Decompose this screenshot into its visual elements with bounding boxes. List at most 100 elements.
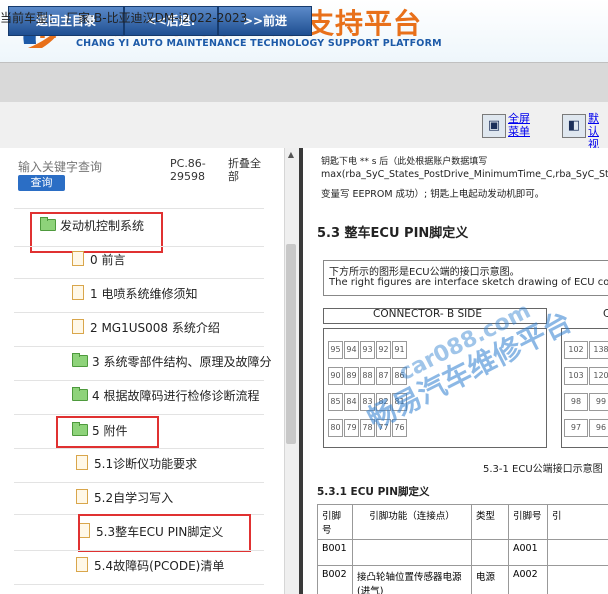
table-cell: 电源 [471,565,509,594]
collapse-link-line2: 部 [228,170,239,183]
tree-separator [14,208,264,209]
page-icon [72,251,84,266]
fullscreen-link-line1: 全屏 [508,112,530,125]
connector-pin: 89 [344,367,359,385]
table-cell: A001 [508,539,548,566]
connector-label-2: C [603,308,608,320]
tree-item-fault-codes[interactable]: 5.4故障码(PCODE)清单 [76,556,224,576]
table-header: 类型 [471,504,509,540]
connector-pin: 98 [564,393,588,411]
folder-icon [72,387,88,401]
connector-pin: 94 [344,341,359,359]
tree-item-system-intro[interactable]: 2 MG1US008 系统介绍 [72,318,220,338]
subsection-title: 5.3.1 ECU PIN脚定义 [317,486,430,498]
tree-separator [14,312,264,313]
model-code: PC.86- 29598 [170,157,220,183]
tree-item-self-learning[interactable]: 5.2自学习写入 [76,488,173,508]
connector-pin-row: 95 94 93 92 91 [328,337,408,359]
connector-pin: 92 [376,341,391,359]
default-view-icon[interactable]: ◧ [562,114,586,138]
connector-pin: 85 [328,393,343,411]
highlight-box-ecu-pin [78,514,251,552]
connector-pin: 79 [344,419,359,437]
pin-definition-table: 引脚号 引脚功能（连接点） 类型 引脚号 引 B001 A001 B002 接凸… [317,504,608,594]
connector-pin: 90 [328,367,343,385]
connector-pin-row: 97 96 [564,415,608,437]
connector-pin-row: 98 99 [564,389,608,411]
connector-pin: 87 [376,367,391,385]
tree-item-dtc-flow[interactable]: 4 根据故障码进行检修诊断流程 [72,386,259,406]
table-row: B001 A001 [317,539,608,566]
doc-line-3: 变量写 EEPROM 成功）; 钥匙上电起动发动机即可。 [321,189,545,200]
table-header: 引脚号 [508,504,548,540]
search-input[interactable] [18,160,138,174]
page-icon [72,285,84,300]
table-cell: B002 [317,565,353,594]
page-icon [72,319,84,334]
tree-separator [14,380,264,381]
tree-item-label: 3 系统零部件结构、原理及故障分 [92,355,272,369]
collapse-link-line1: 折叠全 [228,157,261,170]
table-cell [352,539,472,566]
tree-item-diag-requirements[interactable]: 5.1诊断仪功能要求 [76,454,197,474]
search-button[interactable]: 查询 [18,175,65,191]
collapse-all-link[interactable]: 折叠全 部 [228,157,268,183]
tree-item-preface[interactable]: 0 前言 [72,250,125,270]
connector-c-diagram: 102 138 103 120 98 99 97 96 [561,328,608,448]
connector-pin: 102 [564,341,588,359]
tree-item-components[interactable]: 3 系统零部件结构、原理及故障分 [72,352,271,372]
connector-pin: 91 [392,341,407,359]
tree-item-service-notes[interactable]: 1 电喷系统维修须知 [72,284,197,304]
table-cell [471,539,509,566]
tree-item-label: 1 电喷系统维修须知 [90,287,198,301]
tree-separator [14,246,264,247]
table-cell: B001 [317,539,353,566]
fullscreen-menu-link[interactable]: 全屏 菜单 [508,112,530,138]
tree-separator [14,346,264,347]
intro-en: The right figures are interface sketch d… [329,277,608,288]
current-model-name: 厂家:B-比亚迪汉DM-i2022-2023 [66,11,248,25]
section-title: 5.3 整车ECU PIN脚定义 [317,226,469,241]
current-model-label: 当前车型： [0,11,61,25]
connector-pin: 97 [564,419,588,437]
connector-pin: 120 [589,367,608,385]
page-icon [76,557,88,572]
highlight-box-appendix [56,416,159,448]
scrollbar-thumb[interactable] [286,244,296,444]
table-row: B002 接凸轮轴位置传感器电源(进气) 1-VCC 电源 A002 [317,565,608,594]
connector-label: CONNECTOR- B SIDE [373,308,482,320]
connector-pin: 99 [589,393,608,411]
folder-icon [72,353,88,367]
table-header-row: 引脚号 引脚功能（连接点） 类型 引脚号 引 [317,504,608,540]
tree-item-label: 0 前言 [90,253,126,267]
scroll-up-arrow-icon[interactable]: ▲ [286,150,296,160]
table-cell [547,565,608,594]
table-cell: 接凸轮轴位置传感器电源(进气) 1-VCC [352,565,472,594]
default-link-line1: 默认 [588,112,599,138]
connector-pin: 93 [360,341,375,359]
connector-pin: 84 [344,393,359,411]
tree-separator [14,482,264,483]
connector-pin-row: 103 120 [564,363,608,385]
tree-separator [14,278,264,279]
connector-pin-grid-right: 102 138 103 120 98 99 97 96 [564,337,608,441]
tree-separator [14,584,264,585]
tree-separator [14,414,264,415]
tree-item-label: 2 MG1US008 系统介绍 [90,321,220,335]
tree-item-label: 4 根据故障码进行检修诊断流程 [92,389,260,403]
doc-line-1: 钥匙下电 ** s 后（此处根据账户数据填写 [321,157,488,167]
page-icon [76,455,88,470]
tree-item-label: 5.4故障码(PCODE)清单 [94,559,225,573]
tree-separator [14,550,264,551]
figure-caption: 5.3-1 ECU公端接口示意图 [483,464,603,475]
page-icon [76,489,88,504]
connector-pin: 96 [589,419,608,437]
tree-separator [14,448,264,449]
platform-title-en: CHANG YI AUTO MAINTENANCE TECHNOLOGY SUP… [76,38,442,49]
connector-pin: 80 [328,419,343,437]
model-code-line2: 29598 [170,170,205,183]
fullscreen-link-line2: 菜单 [508,125,530,138]
doc-line-2: max(rba_SyC_States_PostDrive_MinimumTime… [321,169,608,180]
fullscreen-icon[interactable]: ▣ [482,114,506,138]
connector-pin: 103 [564,367,588,385]
